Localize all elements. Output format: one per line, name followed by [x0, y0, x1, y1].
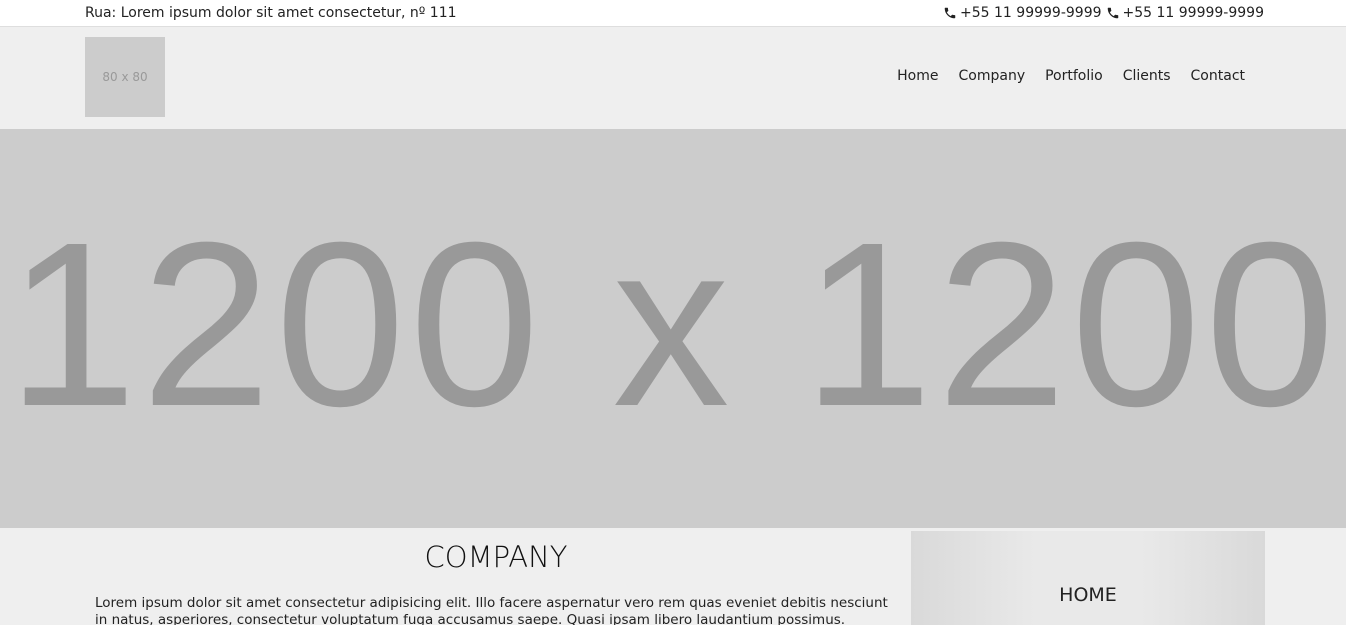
phone-icon: [944, 7, 956, 19]
main-nav: Home Company Portfolio Clients Contact: [877, 68, 1245, 84]
phone-number-2[interactable]: +55 11 99999-9999: [1106, 5, 1264, 21]
phone-icon: [1107, 7, 1118, 19]
hero-image: 1200 x 1200: [0, 129, 1346, 528]
address-text: Rua: Lorem ipsum dolor sit amet consecte…: [85, 5, 457, 21]
phone-number-text: +55 11 99999-9999: [960, 5, 1102, 21]
side-panel: HOME: [911, 531, 1265, 625]
phone-list: +55 11 99999-9999 +55 11 99999-9999: [939, 5, 1264, 21]
nav-link-contact[interactable]: Contact: [1191, 68, 1245, 84]
top-bar: Rua: Lorem ipsum dolor sit amet consecte…: [0, 0, 1346, 27]
side-panel-title: HOME: [1059, 584, 1117, 606]
logo[interactable]: 80 x 80: [85, 37, 165, 117]
phone-number-1[interactable]: +55 11 99999-9999: [943, 5, 1102, 21]
logo-placeholder-text: 80 x 80: [102, 70, 148, 84]
site-header: 80 x 80 Home Company Portfolio Clients C…: [0, 28, 1346, 129]
nav-link-clients[interactable]: Clients: [1123, 68, 1171, 84]
phone-number-text: +55 11 99999-9999: [1122, 5, 1264, 21]
nav-link-home[interactable]: Home: [897, 68, 938, 84]
hero-placeholder-text: 1200 x 1200: [6, 193, 1340, 455]
nav-link-portfolio[interactable]: Portfolio: [1045, 68, 1103, 84]
company-section: COMPANY Lorem ipsum dolor sit amet conse…: [85, 528, 907, 625]
company-description: Lorem ipsum dolor sit amet consectetur a…: [95, 595, 888, 625]
company-title: COMPANY: [424, 540, 568, 574]
nav-link-company[interactable]: Company: [959, 68, 1026, 84]
